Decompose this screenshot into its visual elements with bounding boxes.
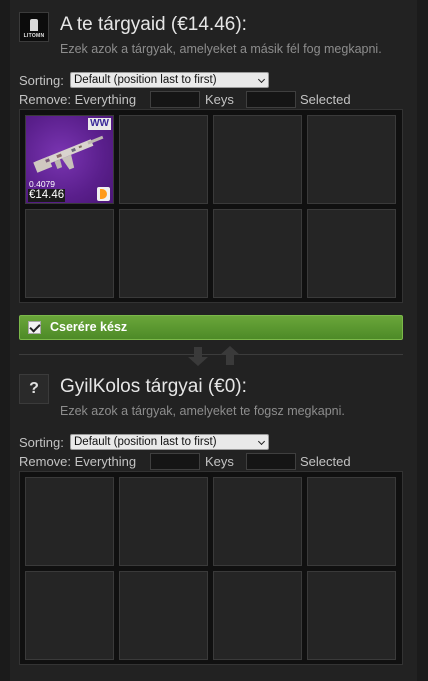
keys-link[interactable]: Keys	[205, 454, 234, 469]
keys-link[interactable]: Keys	[205, 92, 234, 107]
ready-label: Cserére kész	[50, 320, 128, 334]
my-sorting-row: Sorting: Default (position last to first…	[19, 72, 409, 90]
their-party-header: ? GyilKolos tárgyai (€0): Ezek azok a tá…	[19, 374, 414, 418]
item-slot-empty[interactable]	[213, 477, 302, 566]
their-keys-count-input[interactable]	[246, 453, 296, 470]
swap-arrows-icon	[188, 346, 240, 366]
sorting-value: Default (position last to first)	[74, 436, 217, 448]
item-slot-empty[interactable]	[119, 477, 208, 566]
their-party-subtitle: Ezek azok a tárgyak, amelyeket te fogsz …	[60, 404, 345, 418]
my-sorting-select[interactable]: Default (position last to first)	[70, 72, 269, 88]
sorting-label: Sorting:	[19, 73, 64, 88]
my-avatar: LITOMN	[19, 12, 49, 42]
float-value: 0.4079	[29, 179, 55, 189]
item-price: €14.46	[28, 189, 66, 202]
my-remove-row: Remove: Everything Keys Selected	[19, 91, 409, 109]
checkbox-checked-icon	[28, 321, 41, 334]
selected-link[interactable]: Selected	[300, 454, 351, 469]
item-slot-empty[interactable]	[119, 209, 208, 298]
my-keys-count-input[interactable]	[246, 91, 296, 108]
wear-badge: WW	[88, 118, 111, 130]
item-slot-empty[interactable]	[213, 209, 302, 298]
their-party-title: GyilKolos tárgyai (€0):	[60, 376, 247, 397]
my-item-grid: WW 0.4079 €14.46	[19, 109, 403, 303]
my-party-header: LITOMN A te tárgyaid (€14.46): Ezek azok…	[19, 12, 414, 56]
their-remove-count-input[interactable]	[150, 453, 200, 470]
avatar-text: LITOMN	[23, 33, 45, 39]
sticker-icon	[97, 187, 110, 201]
item-slot-empty[interactable]	[213, 571, 302, 660]
their-remove-row: Remove: Everything Keys Selected	[19, 453, 409, 471]
ak47-rifle-icon	[33, 135, 104, 173]
steam-avatar-icon	[30, 19, 38, 31]
remove-everything-link[interactable]: Remove: Everything	[19, 92, 136, 107]
sorting-value: Default (position last to first)	[74, 74, 217, 86]
item-slot-empty[interactable]	[213, 115, 302, 204]
my-remove-count-input[interactable]	[150, 91, 200, 108]
trade-panel: LITOMN A te tárgyaid (€14.46): Ezek azok…	[10, 0, 417, 681]
their-sorting-row: Sorting: Default (position last to first…	[19, 434, 409, 452]
ready-to-trade-toggle[interactable]: Cserére kész	[19, 315, 403, 340]
remove-everything-link[interactable]: Remove: Everything	[19, 454, 136, 469]
item-slot-empty[interactable]	[25, 571, 114, 660]
item-slot-empty[interactable]	[307, 477, 396, 566]
item-slot-empty[interactable]	[307, 571, 396, 660]
selected-link[interactable]: Selected	[300, 92, 351, 107]
chevron-down-icon	[257, 75, 266, 84]
item-slot-empty[interactable]	[119, 115, 208, 204]
question-mark-icon: ?	[29, 380, 39, 397]
item-slot-empty[interactable]	[119, 571, 208, 660]
sorting-label: Sorting:	[19, 435, 64, 450]
item-slot-ak47[interactable]: WW 0.4079 €14.46	[25, 115, 114, 204]
chevron-down-icon	[257, 437, 266, 446]
item-slot-empty[interactable]	[307, 115, 396, 204]
their-item-grid	[19, 471, 403, 665]
their-avatar: ?	[19, 374, 49, 404]
item-slot-empty[interactable]	[307, 209, 396, 298]
item-slot-empty[interactable]	[25, 477, 114, 566]
my-party-title: A te tárgyaid (€14.46):	[60, 14, 247, 35]
their-sorting-select[interactable]: Default (position last to first)	[70, 434, 269, 450]
my-party-subtitle: Ezek azok a tárgyak, amelyeket a másik f…	[60, 42, 382, 56]
item-slot-empty[interactable]	[25, 209, 114, 298]
